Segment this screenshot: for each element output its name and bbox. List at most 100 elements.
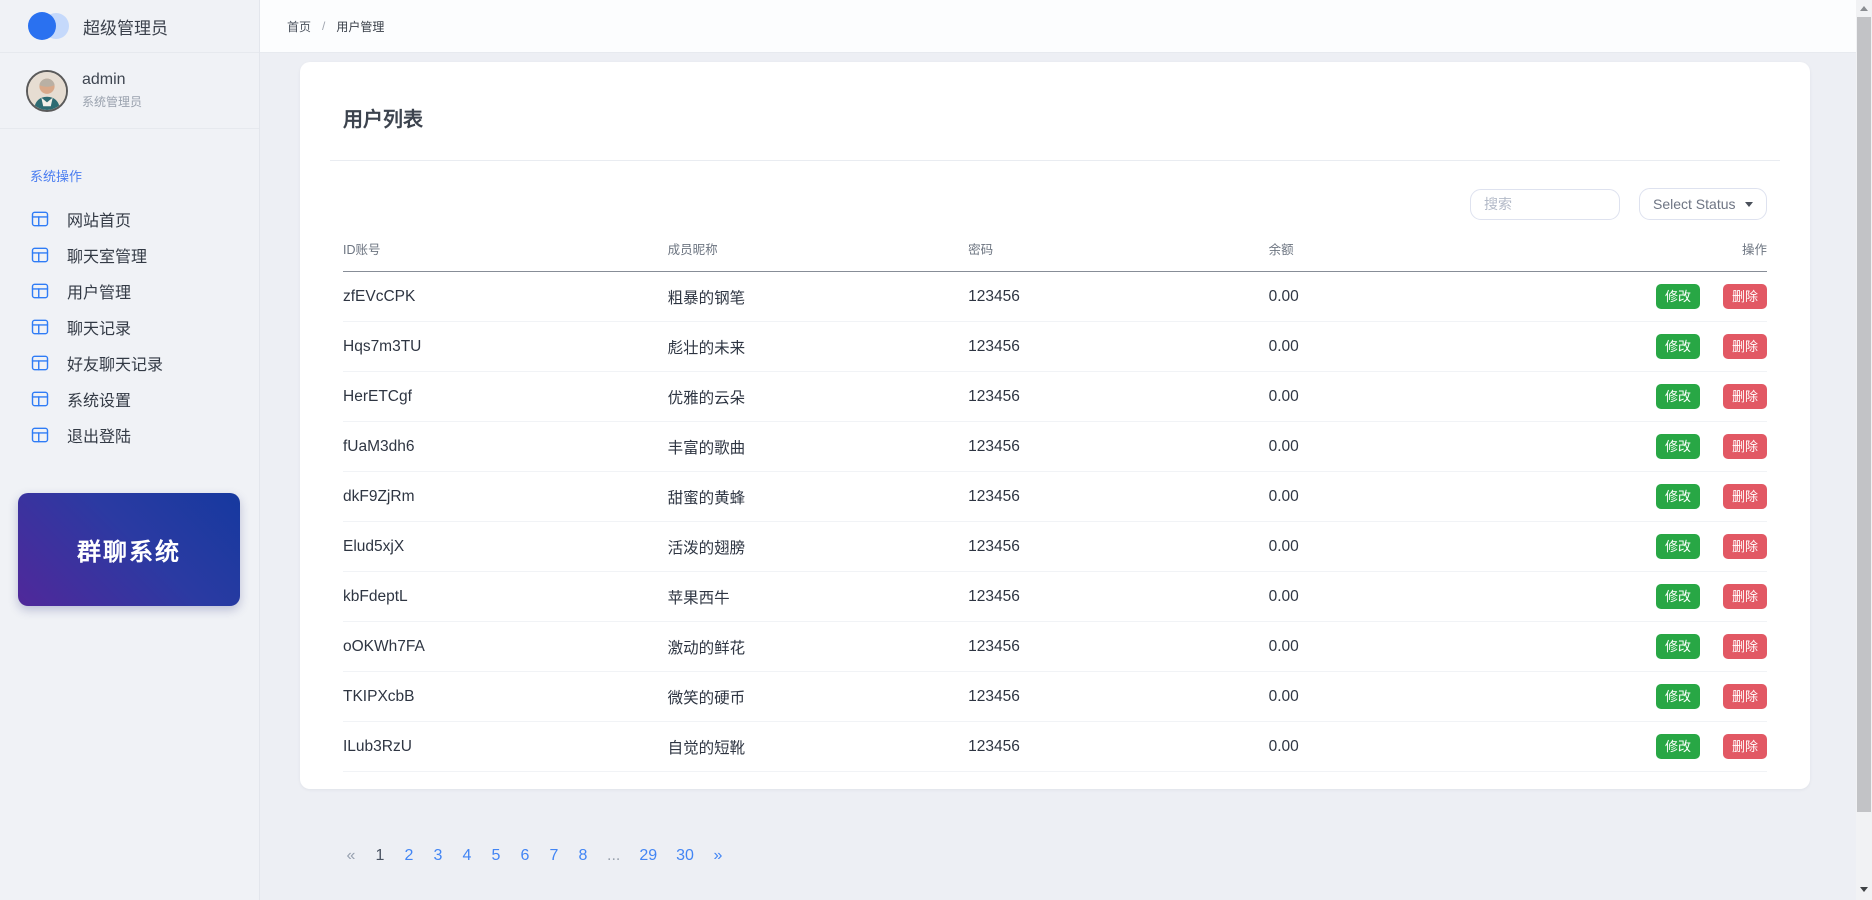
cell-nickname: 激动的鲜花 (668, 622, 968, 672)
edit-button[interactable]: 修改 (1656, 284, 1700, 310)
cell-id: zfEVcCPK (343, 272, 668, 322)
cell-balance: 0.00 (1269, 722, 1522, 772)
sidebar-item[interactable]: 用户管理 (0, 273, 259, 309)
delete-button[interactable]: 删除 (1723, 734, 1767, 760)
breadcrumb-home[interactable]: 首页 (287, 18, 311, 35)
pagination-page[interactable]: 29 (639, 847, 657, 865)
cell-password: 123456 (968, 522, 1268, 572)
edit-button[interactable]: 修改 (1656, 434, 1700, 460)
cell-password: 123456 (968, 322, 1268, 372)
column-header-nickname: 成员昵称 (668, 239, 968, 272)
avatar (26, 70, 68, 112)
scroll-down-icon (1860, 887, 1868, 892)
sidebar-item[interactable]: 好友聊天记录 (0, 345, 259, 381)
cell-id: HerETCgf (343, 372, 668, 422)
pagination-prev[interactable]: « (346, 847, 356, 865)
user-role: 系统管理员 (82, 93, 142, 110)
search-input[interactable] (1470, 189, 1620, 220)
sidebar-item-label: 好友聊天记录 (67, 351, 163, 375)
breadcrumb: 首页 / 用户管理 (287, 18, 384, 35)
brand-box: 群聊系统 (18, 493, 240, 606)
pagination-page[interactable]: 2 (404, 847, 414, 865)
scroll-up-button[interactable] (1856, 0, 1872, 17)
layout-icon (30, 245, 50, 265)
pagination-page[interactable]: 8 (578, 847, 588, 865)
pagination-page[interactable]: 3 (433, 847, 443, 865)
cell-nickname: 微笑的硬币 (668, 672, 968, 722)
sidebar-item-label: 聊天室管理 (67, 243, 147, 267)
sidebar-item[interactable]: 系统设置 (0, 381, 259, 417)
cell-id: Elud5xjX (343, 522, 668, 572)
edit-button[interactable]: 修改 (1656, 634, 1700, 660)
table-row: HerETCgf优雅的云朵1234560.00修改删除 (343, 372, 1767, 422)
edit-button[interactable]: 修改 (1656, 734, 1700, 760)
app-title: 超级管理员 (83, 14, 168, 39)
sidebar-item-label: 系统设置 (67, 387, 131, 411)
pagination-page[interactable]: 5 (491, 847, 501, 865)
pagination-page[interactable]: 6 (520, 847, 530, 865)
cell-balance: 0.00 (1269, 322, 1522, 372)
sidebar-item-label: 聊天记录 (67, 315, 131, 339)
topbar: 首页 / 用户管理 (260, 0, 1872, 53)
edit-button[interactable]: 修改 (1656, 484, 1700, 510)
cell-password: 123456 (968, 422, 1268, 472)
sidebar-item[interactable]: 网站首页 (0, 201, 259, 237)
cell-password: 123456 (968, 272, 1268, 322)
delete-button[interactable]: 删除 (1723, 284, 1767, 310)
breadcrumb-separator: / (322, 19, 325, 33)
pagination: «12345678...2930» (346, 847, 723, 865)
vertical-scrollbar[interactable] (1856, 0, 1872, 900)
pagination-page[interactable]: 7 (549, 847, 559, 865)
sidebar-item[interactable]: 聊天室管理 (0, 237, 259, 273)
edit-button[interactable]: 修改 (1656, 534, 1700, 560)
scrollbar-thumb[interactable] (1857, 17, 1871, 812)
sidebar-item[interactable]: 退出登陆 (0, 417, 259, 453)
cell-id: dkF9ZjRm (343, 472, 668, 522)
user-table: ID账号 成员昵称 密码 余额 操作 zfEVcCPK粗暴的钢笔1234560.… (343, 239, 1767, 772)
delete-button[interactable]: 删除 (1723, 684, 1767, 710)
delete-button[interactable]: 删除 (1723, 384, 1767, 410)
table-row: ILub3RzU自觉的短靴1234560.00修改删除 (343, 722, 1767, 772)
sidebar-item-label: 网站首页 (67, 207, 131, 231)
page-title: 用户列表 (343, 62, 1767, 132)
cell-password: 123456 (968, 472, 1268, 522)
edit-button[interactable]: 修改 (1656, 584, 1700, 610)
delete-button[interactable]: 删除 (1723, 584, 1767, 610)
title-divider (330, 160, 1780, 161)
delete-button[interactable]: 删除 (1723, 484, 1767, 510)
sidebar-section-label: 系统操作 (30, 166, 259, 185)
edit-button[interactable]: 修改 (1656, 334, 1700, 360)
cell-balance: 0.00 (1269, 622, 1522, 672)
user-list-card: 用户列表 Select Status ID账号 成员昵称 密码 余额 操作 zf… (300, 62, 1810, 789)
cell-balance: 0.00 (1269, 522, 1522, 572)
cell-balance: 0.00 (1269, 272, 1522, 322)
cell-id: kbFdeptL (343, 572, 668, 622)
status-select[interactable]: Select Status (1639, 188, 1767, 220)
cell-password: 123456 (968, 672, 1268, 722)
scroll-down-button[interactable] (1856, 881, 1872, 898)
table-row: zfEVcCPK粗暴的钢笔1234560.00修改删除 (343, 272, 1767, 322)
cell-nickname: 自觉的短靴 (668, 722, 968, 772)
edit-button[interactable]: 修改 (1656, 384, 1700, 410)
delete-button[interactable]: 删除 (1723, 534, 1767, 560)
layout-icon (30, 353, 50, 373)
pagination-next[interactable]: » (713, 847, 723, 865)
cell-password: 123456 (968, 622, 1268, 672)
sidebar-item-label: 退出登陆 (67, 423, 131, 447)
sidebar-menu: 网站首页聊天室管理用户管理聊天记录好友聊天记录系统设置退出登陆 (0, 201, 259, 453)
pagination-page[interactable]: 30 (676, 847, 694, 865)
app-logo-icon (28, 12, 70, 40)
cell-id: oOKWh7FA (343, 622, 668, 672)
cell-nickname: 优雅的云朵 (668, 372, 968, 422)
pagination-page[interactable]: 4 (462, 847, 472, 865)
pagination-current-page[interactable]: 1 (375, 847, 385, 865)
delete-button[interactable]: 删除 (1723, 334, 1767, 360)
sidebar-item[interactable]: 聊天记录 (0, 309, 259, 345)
delete-button[interactable]: 删除 (1723, 634, 1767, 660)
layout-icon (30, 425, 50, 445)
delete-button[interactable]: 删除 (1723, 434, 1767, 460)
edit-button[interactable]: 修改 (1656, 684, 1700, 710)
cell-nickname: 丰富的歌曲 (668, 422, 968, 472)
table-row: fUaM3dh6丰富的歌曲1234560.00修改删除 (343, 422, 1767, 472)
layout-icon (30, 317, 50, 337)
